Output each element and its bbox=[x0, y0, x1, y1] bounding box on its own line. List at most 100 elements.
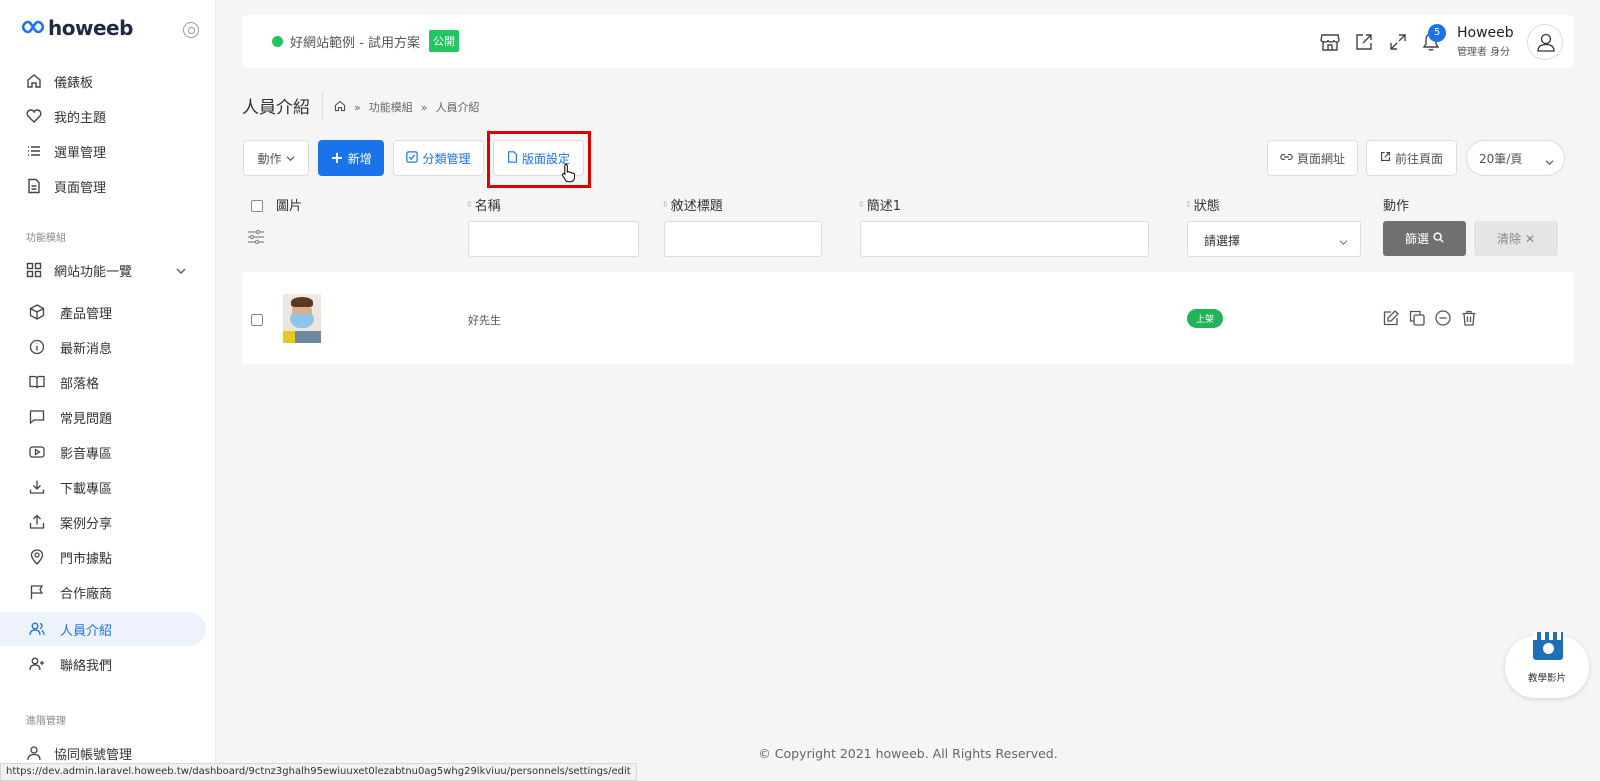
chevron-down-icon bbox=[286, 151, 295, 165]
breadcrumb-separator-icon: » bbox=[420, 100, 428, 114]
plus-icon: + bbox=[330, 148, 344, 167]
edit-icon[interactable] bbox=[1382, 309, 1400, 327]
sidebar-item-personnel[interactable]: 人員介紹 bbox=[0, 612, 206, 646]
sidebar-item-news[interactable]: 最新消息 bbox=[0, 330, 206, 364]
check-square-icon bbox=[406, 150, 419, 166]
column-header-status[interactable]: ⇕ 狀態 bbox=[1185, 195, 1220, 214]
row-name: 好先生 bbox=[468, 314, 501, 327]
sidebar-group-site-features[interactable]: 網站功能一覽 bbox=[0, 253, 206, 287]
sidebar-item-label: 人員介紹 bbox=[60, 623, 113, 639]
row-checkbox[interactable] bbox=[251, 314, 263, 326]
sidebar-item-cases[interactable]: 案例分享 bbox=[0, 505, 206, 539]
add-button[interactable]: + 新增 bbox=[318, 140, 384, 176]
notification-count: 5 bbox=[1428, 24, 1446, 42]
info-icon bbox=[28, 338, 46, 356]
photo-mask bbox=[290, 314, 314, 328]
column-header-desc-title[interactable]: ⇕ 敘述標題 bbox=[662, 195, 723, 214]
filter-button-label: 篩選 bbox=[1404, 232, 1429, 246]
section-label-modules: 功能模組 bbox=[26, 233, 66, 244]
sidebar-item-pages[interactable]: 頁面管理 bbox=[0, 169, 206, 203]
sidebar-item-partners[interactable]: 合作廠商 bbox=[0, 575, 206, 609]
store-icon[interactable] bbox=[1320, 32, 1340, 52]
per-page-select[interactable]: 20筆/頁 bbox=[1466, 140, 1565, 176]
sidebar-item-label: 案例分享 bbox=[60, 516, 113, 532]
sidebar-group-label: 網站功能一覽 bbox=[54, 264, 133, 280]
sidebar-item-contact[interactable]: 聯絡我們 bbox=[0, 647, 206, 681]
select-all-checkbox[interactable] bbox=[251, 200, 263, 212]
minus-circle-icon[interactable] bbox=[1434, 309, 1452, 327]
page-url-button[interactable]: 頁面網址 bbox=[1267, 140, 1358, 176]
clear-button-label: 清除 bbox=[1496, 232, 1521, 246]
sidebar-item-label: 儀錶板 bbox=[54, 75, 94, 91]
heart-icon bbox=[25, 107, 43, 125]
sidebar-item-products[interactable]: 產品管理 bbox=[0, 295, 206, 329]
sidebar-item-dashboard[interactable]: 儀錶板 bbox=[0, 64, 206, 98]
list-icon bbox=[25, 142, 43, 160]
chevron-down-icon bbox=[1339, 235, 1348, 249]
column-settings-icon[interactable] bbox=[247, 229, 265, 249]
search-icon bbox=[1433, 231, 1444, 246]
column-header-summary[interactable]: ⇕ 簡述1 bbox=[858, 195, 901, 214]
column-header-label: 簡述1 bbox=[866, 199, 901, 214]
sidebar-item-label: 頁面管理 bbox=[54, 180, 107, 196]
home-icon[interactable] bbox=[334, 100, 346, 115]
sort-icon: ⇕ bbox=[1185, 199, 1192, 209]
sidebar-item-label: 部落格 bbox=[60, 376, 100, 392]
breadcrumb-item-modules[interactable]: 功能模組 bbox=[369, 99, 413, 115]
title-divider bbox=[322, 91, 323, 121]
sidebar-item-label: 最新消息 bbox=[60, 341, 113, 357]
user-name: Howeeb bbox=[1457, 25, 1514, 41]
sidebar-item-blog[interactable]: 部落格 bbox=[0, 365, 206, 399]
sidebar-item-label: 產品管理 bbox=[60, 306, 113, 322]
close-icon: ✕ bbox=[1524, 231, 1536, 246]
status-filter-select[interactable]: 請選擇 bbox=[1187, 221, 1361, 257]
sidebar-item-videos[interactable]: 影音專區 bbox=[0, 435, 206, 469]
site-name[interactable]: 好網站範例 - 試用方案 bbox=[290, 32, 420, 51]
video-icon bbox=[28, 443, 46, 461]
user-avatar-icon bbox=[1537, 33, 1555, 52]
sidebar-item-menu[interactable]: 選單管理 bbox=[0, 134, 206, 168]
fullscreen-icon[interactable] bbox=[1388, 32, 1408, 52]
tutorial-video-widget[interactable]: 教學影片 bbox=[1505, 632, 1589, 698]
column-header-name[interactable]: ⇕ 名稱 bbox=[466, 195, 501, 214]
name-filter-input[interactable] bbox=[468, 221, 639, 257]
location-icon bbox=[28, 548, 46, 566]
hand-cursor-icon bbox=[561, 163, 577, 187]
column-header-label: 敘述標題 bbox=[670, 199, 723, 214]
desc-title-filter-input[interactable] bbox=[664, 221, 822, 257]
clear-button[interactable]: 清除 ✕ bbox=[1474, 221, 1558, 256]
row-thumbnail[interactable] bbox=[283, 294, 321, 343]
breadcrumb: » 功能模組 » 人員介紹 bbox=[334, 99, 479, 115]
goto-page-button[interactable]: 前往頁面 bbox=[1366, 140, 1457, 176]
sidebar-item-label: 我的主題 bbox=[54, 110, 107, 126]
goto-page-label: 前往頁面 bbox=[1394, 151, 1443, 166]
status-badge[interactable]: 上架 bbox=[1187, 309, 1224, 328]
column-header-actions: 動作 bbox=[1383, 195, 1409, 214]
sidebar-item-downloads[interactable]: 下載專區 bbox=[0, 470, 206, 504]
filter-button[interactable]: 篩選 bbox=[1383, 221, 1466, 256]
column-header-label: 圖片 bbox=[276, 199, 303, 214]
action-dropdown-label: 動作 bbox=[257, 151, 282, 166]
sidebar-item-faq[interactable]: 常見問題 bbox=[0, 400, 206, 434]
avatar[interactable] bbox=[1527, 24, 1563, 60]
brand-logo[interactable]: howeeb bbox=[21, 16, 133, 40]
action-dropdown-button[interactable]: 動作 bbox=[243, 140, 309, 176]
category-management-button[interactable]: 分類管理 bbox=[393, 140, 484, 176]
trash-icon[interactable] bbox=[1460, 309, 1478, 327]
sidebar-item-label: 常見問題 bbox=[60, 411, 113, 427]
column-header-label: 名稱 bbox=[474, 199, 501, 214]
sidebar-item-stores[interactable]: 門市據點 bbox=[0, 540, 206, 574]
copy-icon[interactable] bbox=[1408, 309, 1426, 327]
user-plus-icon bbox=[28, 655, 46, 673]
sidebar-toggle-icon[interactable] bbox=[183, 22, 199, 38]
copyright-text: © Copyright 2021 howeeb. All Rights Rese… bbox=[758, 746, 1058, 761]
category-management-label: 分類管理 bbox=[422, 151, 471, 166]
sidebar-item-label: 合作廠商 bbox=[60, 586, 113, 602]
share-icon bbox=[28, 513, 46, 531]
summary-filter-input[interactable] bbox=[860, 221, 1149, 257]
breadcrumb-item-current: 人員介紹 bbox=[435, 101, 480, 114]
column-header-image: 圖片 bbox=[276, 195, 302, 214]
external-link-icon[interactable] bbox=[1354, 32, 1374, 52]
chevron-down-icon bbox=[176, 264, 186, 279]
sidebar-item-my-theme[interactable]: 我的主題 bbox=[0, 99, 206, 133]
